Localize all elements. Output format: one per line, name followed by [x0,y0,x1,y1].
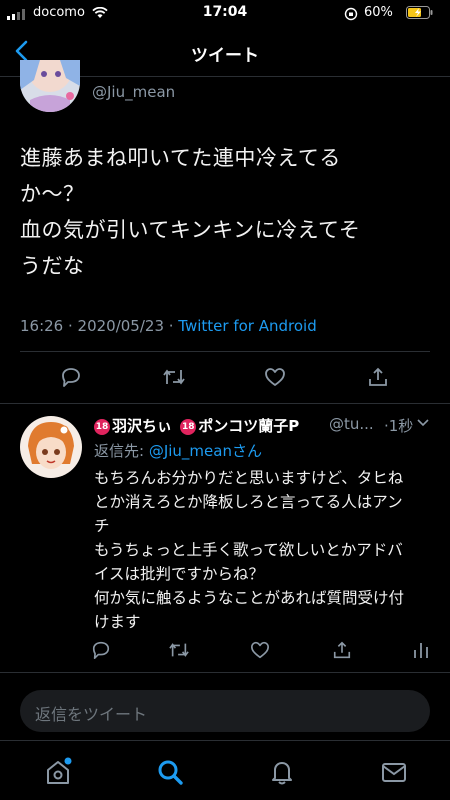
tab-search[interactable] [150,752,190,792]
reply-text-line: けます [94,613,141,631]
divider [0,672,450,673]
reply-to-label: 返信先: [94,442,149,460]
tweet-text: 進藤あまね叩いてた連中冷えてる か～？ 血の気が引いてキンキンに冷えてそ うだな [20,140,430,284]
reply-text-line: イスは批判ですからね？ [94,565,265,583]
analytics-icon[interactable] [406,633,436,667]
reply-to-suffix: さん [231,442,262,460]
reply-author-name[interactable]: 18 羽沢ちぃ 18 ポンコツ蘭子P [94,415,299,436]
chevron-down-icon[interactable] [416,416,430,430]
battery-percent: 60% [364,5,393,20]
reply-text-line: 何か気に触るようなことがあれば質問受け付 [94,589,405,607]
reply-text-line: チ [94,517,110,535]
author-avatar[interactable] [20,60,80,112]
share-icon[interactable] [363,360,393,394]
share-icon[interactable] [327,633,357,667]
tab-messages[interactable] [374,752,414,792]
reply-to-mention[interactable]: @Jiu_mean [149,442,232,460]
tweet-text-line: 進藤あまね叩いてた連中冷えてる [20,146,341,170]
like-icon[interactable] [245,633,275,667]
tweet-text-line: うだな [20,254,85,278]
tweet-timestamp: 16:26 · 2020/05/23 · [20,317,179,335]
retweet-icon[interactable] [164,633,194,667]
reply-text-line: もちろんお分かりだと思いますけど、タヒね [94,469,404,487]
tab-home[interactable] [38,752,78,792]
tweet-source[interactable]: Twitter for Android [178,317,316,335]
tab-notifications[interactable] [262,752,302,792]
reply-icon[interactable] [86,633,116,667]
reply-author-handle[interactable]: @tu... [329,415,374,433]
reply-name-part: 羽沢ちぃ [112,417,173,435]
reply-name-part: ポンコツ蘭子P [198,417,300,435]
divider [0,403,450,404]
reply-text: もちろんお分かりだと思いますけど、タヒね とか消えろとか降板しろと言ってる人はア… [94,466,439,634]
tweet-text-line: か～？ [20,182,85,206]
reply-to-line: 返信先: @Jiu_meanさん [94,440,262,461]
notifications-icon [272,762,292,785]
reply-icon[interactable] [56,360,86,394]
tweet-meta: 16:26 · 2020/05/23 · Twitter for Android [20,317,317,335]
status-bar: docomo 17:04 60% [0,0,450,26]
like-icon[interactable] [260,360,290,394]
compose-placeholder: 返信をツイート [35,705,148,724]
home-icon [47,757,72,784]
tab-bar-divider [0,740,450,741]
search-icon [158,760,183,785]
battery-icon [406,6,433,19]
age-badge-icon: 18 [180,419,197,435]
tweet-actions [0,360,450,396]
age-badge-icon: 18 [94,419,110,435]
tweet-text-line: 血の気が引いてキンキンに冷えてそ [20,218,361,242]
divider [20,351,430,352]
author-handle[interactable]: @Jiu_mean [92,83,175,101]
rotation-lock-icon [344,7,358,21]
messages-icon [382,763,406,782]
reply-actions [80,636,450,664]
reply-compose-field[interactable]: 返信をツイート [20,690,430,732]
reply-text-line: とか消えろとか降板しろと言ってる人はアン [94,493,403,511]
reply-author-avatar[interactable] [20,416,82,478]
reply-time: ·1秒 [384,417,414,435]
reply-text-line: もうちょっと上手く歌って欲しいとかアドバ [94,541,403,559]
retweet-icon[interactable] [159,360,189,394]
